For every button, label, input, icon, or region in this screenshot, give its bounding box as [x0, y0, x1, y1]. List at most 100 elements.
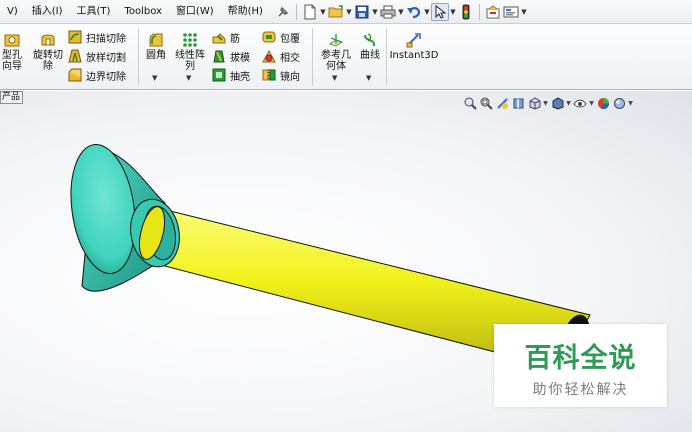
options-icon[interactable]	[484, 3, 502, 21]
mirror-label: 镜向	[280, 71, 300, 83]
menu-insert[interactable]: 插入(I)	[25, 0, 70, 24]
intersect-label: 相交	[280, 52, 300, 64]
standard-toolbar: ▼ ▼ ▼ ▼ ▼ ▼ ▼	[274, 2, 528, 21]
tab-product[interactable]: 产品	[0, 91, 23, 104]
separator	[478, 3, 480, 20]
draft-icon	[213, 50, 225, 63]
apply-scene-icon[interactable]	[611, 96, 627, 110]
customize-dropdown-icon[interactable]: ▼	[520, 3, 528, 21]
hole-wizard-label: 型孔 向导	[2, 50, 22, 72]
watermark-logo: 百科全说 助你轻松解决	[494, 324, 667, 407]
select-dropdown-icon[interactable]: ▼	[449, 3, 457, 21]
sweep-cut-button[interactable]: 扫描切除	[68, 28, 126, 46]
reference-geometry-label: 参考几 何体	[321, 50, 351, 72]
view-orientation-dropdown-icon[interactable]: ▼	[542, 100, 549, 107]
fillet-label: 圆角	[146, 50, 166, 61]
reference-geometry-dropdown-icon[interactable]: ▼	[332, 74, 337, 82]
instant3d-icon	[406, 33, 421, 48]
print-icon[interactable]	[379, 3, 397, 21]
traffic-light-icon[interactable]	[457, 3, 475, 21]
command-manager-ribbon: 型孔 向导 旋转切 除 扫描切除 放样切割 边界切除 圆角 ▼ 线性阵 列 ▼ …	[0, 24, 692, 90]
undo-icon[interactable]	[405, 3, 423, 21]
new-dropdown-icon[interactable]: ▼	[319, 3, 327, 21]
undo-dropdown-icon[interactable]: ▼	[423, 3, 431, 21]
section-view-icon[interactable]	[510, 96, 526, 110]
fillet-button[interactable]: 圆角	[142, 32, 170, 61]
loft-cut-label: 放样切割	[86, 52, 126, 64]
wrap-icon	[262, 31, 276, 43]
shell-label: 抽壳	[230, 71, 250, 83]
menu-window[interactable]: 窗口(W)	[169, 0, 221, 24]
shell-button[interactable]: 抽壳	[212, 66, 250, 84]
linear-pattern-icon	[183, 33, 197, 47]
wrap-button[interactable]: 包覆	[262, 28, 300, 46]
loft-cut-icon	[68, 49, 82, 63]
open-dropdown-icon[interactable]: ▼	[345, 3, 353, 21]
menu-bar: V) 插入(I) 工具(T) Toolbox 窗口(W) 帮助(H) ▼ ▼ ▼…	[0, 0, 692, 24]
separator	[295, 3, 297, 20]
new-document-icon[interactable]	[301, 3, 319, 21]
edit-appearance-icon[interactable]	[595, 96, 611, 110]
ribbon-divider	[386, 28, 387, 86]
draft-label: 拔模	[230, 52, 250, 64]
save-icon[interactable]	[353, 3, 371, 21]
fillet-icon	[149, 33, 163, 47]
mirror-icon	[262, 69, 276, 81]
intersect-icon	[262, 49, 276, 63]
customize-icon[interactable]	[502, 3, 520, 21]
rib-label: 筋	[230, 33, 240, 45]
fillet-dropdown-icon[interactable]: ▼	[152, 74, 157, 82]
revolve-cut-icon	[41, 34, 55, 46]
linear-pattern-label: 线性阵 列	[175, 50, 205, 72]
pattern-dropdown-icon[interactable]: ▼	[186, 74, 191, 82]
menu-tools[interactable]: 工具(T)	[70, 0, 118, 24]
heads-up-view-toolbar: ▼ ▼ ▼ ▼	[462, 96, 634, 110]
ribbon-divider	[138, 28, 139, 86]
curves-label: 曲线	[360, 50, 380, 61]
sweep-cut-icon	[68, 30, 82, 44]
open-folder-icon[interactable]	[327, 3, 345, 21]
print-dropdown-icon[interactable]: ▼	[397, 3, 405, 21]
hole-wizard-button[interactable]: 型孔 向导	[0, 32, 24, 72]
display-style-dropdown-icon[interactable]: ▼	[565, 100, 572, 107]
zoom-to-fit-icon[interactable]	[462, 96, 478, 110]
curves-icon	[364, 33, 376, 47]
instant3d-label: Instant3D	[389, 50, 439, 61]
curves-dropdown-icon[interactable]: ▼	[366, 74, 371, 82]
reference-geometry-button[interactable]: 参考几 何体	[316, 32, 356, 72]
display-style-icon[interactable]	[549, 96, 565, 110]
intersect-button[interactable]: 相交	[262, 47, 300, 65]
instant3d-button[interactable]: Instant3D	[388, 32, 440, 61]
select-cursor-icon[interactable]	[430, 2, 449, 21]
wrap-label: 包覆	[280, 33, 300, 45]
zoom-area-icon[interactable]	[478, 96, 494, 110]
hide-show-dropdown-icon[interactable]: ▼	[588, 100, 595, 107]
mirror-button[interactable]: 镜向	[262, 66, 300, 84]
menu-toolbox[interactable]: Toolbox	[117, 0, 169, 24]
menu-help[interactable]: 帮助(H)	[221, 0, 270, 24]
linear-pattern-button[interactable]: 线性阵 列	[172, 32, 208, 72]
revolve-cut-button[interactable]: 旋转切 除	[30, 32, 66, 72]
previous-view-icon[interactable]	[494, 96, 510, 110]
boundary-cut-label: 边界切除	[86, 71, 126, 83]
rib-button[interactable]: 筋	[212, 28, 240, 46]
save-dropdown-icon[interactable]: ▼	[371, 3, 379, 21]
pin-icon[interactable]	[274, 3, 292, 21]
view-orientation-icon[interactable]	[526, 96, 542, 110]
loft-cut-button[interactable]: 放样切割	[68, 47, 126, 65]
draft-button[interactable]: 拔模	[212, 47, 250, 65]
rib-icon	[212, 33, 226, 44]
watermark-title: 百科全说	[524, 343, 637, 374]
ribbon-divider	[312, 28, 313, 86]
hide-show-items-icon[interactable]	[572, 96, 588, 110]
watermark-subtitle: 助你轻松解决	[532, 382, 629, 398]
shell-icon	[212, 68, 226, 82]
revolve-cut-label: 旋转切 除	[33, 50, 63, 72]
boundary-cut-button[interactable]: 边界切除	[68, 66, 126, 84]
reference-geometry-icon	[328, 34, 344, 47]
sweep-cut-label: 扫描切除	[86, 33, 126, 45]
menu-view[interactable]: V)	[0, 0, 25, 24]
apply-scene-dropdown-icon[interactable]: ▼	[627, 100, 634, 107]
curves-button[interactable]: 曲线	[356, 32, 384, 61]
boundary-cut-icon	[68, 68, 82, 82]
